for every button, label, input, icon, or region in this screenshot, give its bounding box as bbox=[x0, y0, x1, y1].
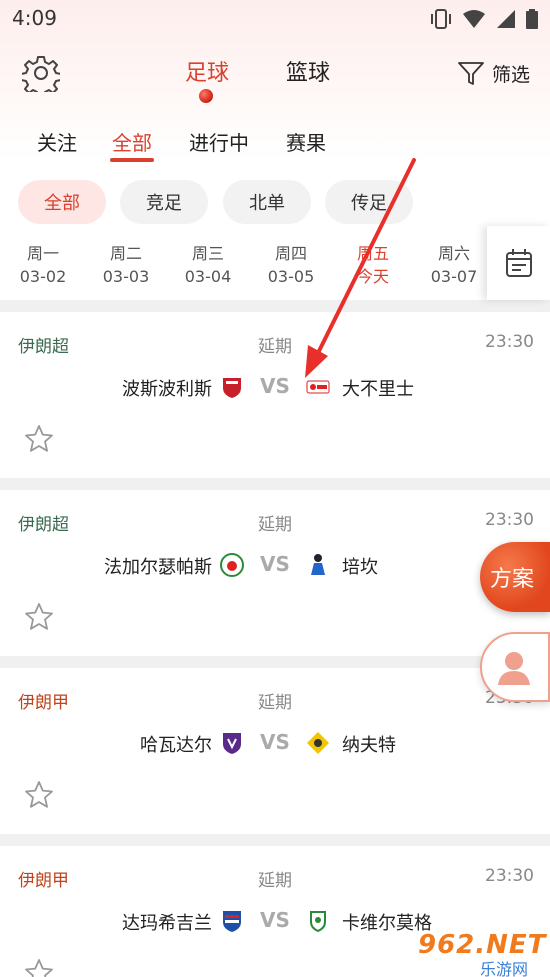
watermark-sub: 乐游网 bbox=[480, 960, 529, 977]
user-icon bbox=[498, 652, 530, 685]
subtab-results[interactable]: 赛果 bbox=[286, 127, 326, 156]
chip-all[interactable]: 全部 bbox=[18, 180, 106, 224]
vs-label: VS bbox=[260, 908, 290, 932]
vs-label: VS bbox=[260, 374, 290, 398]
day-weekday: 周二 bbox=[109, 244, 142, 263]
away-team: 纳夫特 bbox=[342, 735, 396, 756]
home-team: 法加尔瑟帕斯 bbox=[104, 557, 212, 578]
day-item[interactable]: 周一 03-02 bbox=[3, 242, 83, 288]
away-team-logo bbox=[306, 380, 330, 394]
match-status: 延期 bbox=[258, 515, 292, 535]
day-item[interactable]: 周二 03-03 bbox=[86, 242, 166, 288]
subtab-underline bbox=[110, 158, 154, 162]
match-status: 延期 bbox=[258, 693, 292, 713]
watermark-logo: 962.NET 乐游网 bbox=[418, 930, 548, 977]
day-date: 03-05 bbox=[267, 267, 315, 286]
away-team-logo bbox=[310, 911, 326, 933]
day-item[interactable]: 周三 03-04 bbox=[168, 242, 248, 288]
chip-chuanzu[interactable]: 传足 bbox=[325, 180, 413, 224]
star-icon[interactable] bbox=[24, 602, 54, 632]
home-team-logo bbox=[220, 553, 244, 577]
day-date: 03-04 bbox=[184, 267, 232, 286]
day-item-today[interactable]: 周五 今天 bbox=[333, 242, 413, 288]
away-team: 培坎 bbox=[342, 557, 378, 578]
match-card[interactable]: 伊朗甲 延期 23:30 哈瓦达尔 VS 纳夫特 bbox=[0, 668, 550, 834]
subtab-follow[interactable]: 关注 bbox=[37, 127, 77, 156]
plan-fab-button[interactable]: 方案 bbox=[480, 542, 550, 612]
day-weekday: 周四 bbox=[274, 244, 307, 263]
tab-basketball[interactable]: 篮球 bbox=[286, 55, 330, 87]
match-status: 延期 bbox=[258, 337, 292, 357]
match-card[interactable]: 伊朗超 延期 23:30 法加尔瑟帕斯 VS 培坎 bbox=[0, 490, 550, 656]
vibrate-icon bbox=[431, 9, 451, 29]
away-team-logo bbox=[311, 554, 325, 575]
user-fab-button[interactable] bbox=[480, 632, 550, 702]
day-date: 03-07 bbox=[430, 267, 478, 286]
day-date: 03-03 bbox=[102, 267, 150, 286]
day-item[interactable]: 周四 03-05 bbox=[251, 242, 331, 288]
status-icons bbox=[430, 9, 538, 29]
home-team-logo bbox=[223, 733, 241, 754]
battery-icon bbox=[526, 9, 538, 29]
day-item[interactable]: 周六 03-07 bbox=[414, 242, 494, 288]
home-team: 波斯波利斯 bbox=[122, 379, 212, 400]
match-card[interactable]: 伊朗超 延期 23:30 波斯波利斯 VS 大不里士 bbox=[0, 312, 550, 478]
active-tab-indicator bbox=[199, 89, 213, 103]
chip-beidan[interactable]: 北单 bbox=[223, 180, 311, 224]
filter-button[interactable]: 筛选 bbox=[458, 60, 530, 87]
wifi-icon bbox=[463, 10, 485, 28]
filter-icon bbox=[458, 61, 484, 85]
vs-label: VS bbox=[260, 552, 290, 576]
day-weekday: 周三 bbox=[191, 244, 224, 263]
status-time: 4:09 bbox=[12, 6, 57, 30]
day-date: 03-02 bbox=[19, 267, 67, 286]
away-team-logo bbox=[307, 732, 329, 754]
subtab-live[interactable]: 进行中 bbox=[189, 127, 249, 156]
star-icon[interactable] bbox=[24, 780, 54, 810]
gear-icon[interactable] bbox=[22, 54, 60, 92]
star-icon[interactable] bbox=[24, 958, 54, 977]
plan-fab-label: 方案 bbox=[490, 567, 535, 592]
signal-icon bbox=[497, 10, 515, 28]
tab-football[interactable]: 足球 bbox=[185, 55, 229, 87]
chip-jingzu[interactable]: 竞足 bbox=[120, 180, 208, 224]
match-status: 延期 bbox=[258, 871, 292, 891]
filter-label: 筛选 bbox=[491, 64, 530, 86]
star-icon[interactable] bbox=[24, 424, 54, 454]
home-team-logo bbox=[223, 378, 241, 398]
match-time: 23:30 bbox=[485, 866, 534, 886]
vs-label: VS bbox=[260, 730, 290, 754]
subtab-all[interactable]: 全部 bbox=[112, 127, 152, 156]
calendar-icon bbox=[505, 249, 532, 277]
home-team-logo bbox=[223, 911, 241, 932]
day-weekday: 周五 bbox=[356, 244, 389, 263]
calendar-button[interactable] bbox=[487, 226, 550, 300]
day-weekday: 周一 bbox=[26, 244, 59, 263]
day-date: 今天 bbox=[356, 267, 389, 286]
match-time: 23:30 bbox=[485, 510, 534, 530]
home-team: 达玛希吉兰 bbox=[122, 913, 212, 934]
away-team: 大不里士 bbox=[342, 379, 414, 400]
status-bar: 4:09 bbox=[0, 0, 550, 38]
match-time: 23:30 bbox=[485, 332, 534, 352]
home-team: 哈瓦达尔 bbox=[140, 735, 212, 756]
day-weekday: 周六 bbox=[437, 244, 470, 263]
